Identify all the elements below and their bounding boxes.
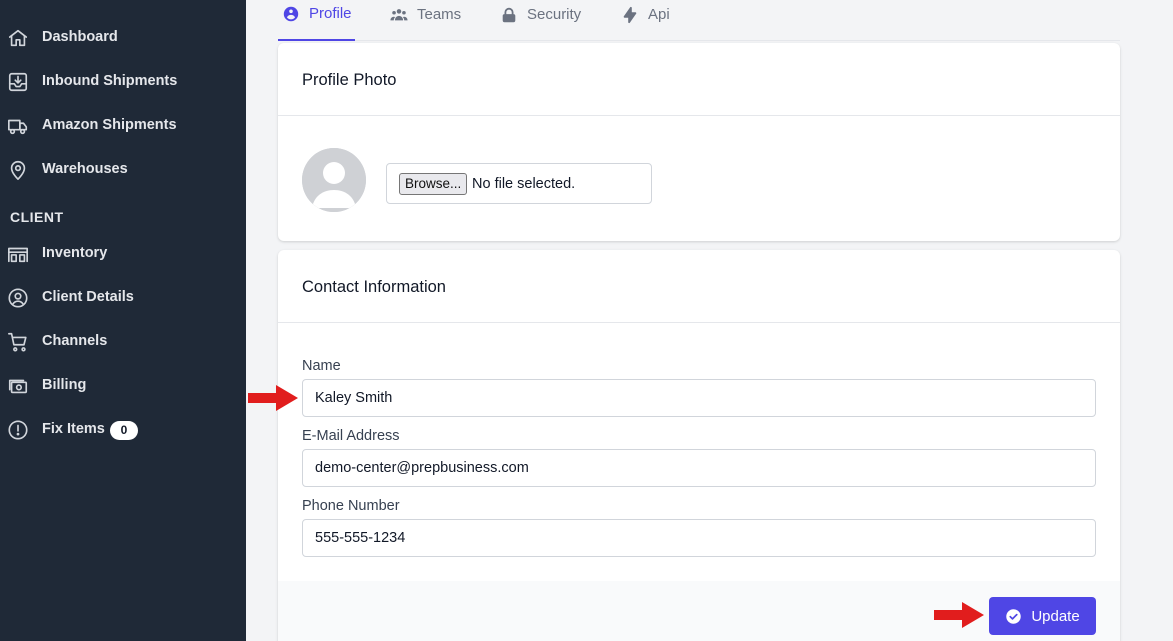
card-title: Profile Photo (302, 71, 397, 89)
fix-items-count-badge: 0 (110, 421, 138, 440)
sidebar-item-label: Billing (42, 377, 87, 393)
profile-photo-file-input[interactable]: Browse... No file selected. (386, 163, 652, 204)
divider (278, 322, 1120, 323)
shopping-cart-icon (7, 331, 29, 353)
exclamation-circle-icon (7, 419, 29, 441)
annotation-arrow-icon (248, 385, 298, 411)
name-input[interactable] (302, 379, 1096, 417)
card-title: Contact Information (302, 278, 446, 296)
users-icon (390, 6, 408, 24)
sidebar-item-label: Dashboard (42, 29, 118, 45)
profile-photo-card: Profile Photo Browse... No file selected… (278, 43, 1120, 241)
settings-tabs: Profile Teams Security Api (278, 0, 1120, 41)
update-button[interactable]: Update (989, 597, 1096, 635)
warehouse-icon (7, 243, 29, 265)
tab-teams[interactable]: Teams (390, 0, 461, 41)
sidebar-item-label: Client Details (42, 289, 134, 305)
tab-profile[interactable]: Profile (278, 0, 355, 41)
sidebar-item-label: Channels (42, 333, 108, 349)
file-status-text: No file selected. (472, 176, 576, 192)
check-circle-icon (1005, 608, 1022, 625)
sidebar-item-label: Amazon Shipments (42, 117, 177, 133)
home-icon (7, 27, 29, 49)
cash-icon (7, 375, 29, 397)
sidebar-item-fix-items[interactable]: Fix Items 0 (0, 412, 246, 448)
tab-security[interactable]: Security (500, 0, 581, 41)
avatar (302, 148, 366, 212)
sidebar-item-label: Inventory (42, 245, 108, 261)
sidebar-item-dashboard[interactable]: Dashboard (0, 20, 246, 56)
inbox-download-icon (7, 71, 29, 93)
divider (278, 115, 1120, 116)
sidebar-section-client: CLIENT (10, 209, 64, 225)
sidebar-item-billing[interactable]: Billing (0, 368, 246, 404)
tab-api[interactable]: Api (621, 0, 670, 41)
tab-label: Teams (417, 6, 462, 23)
truck-icon (7, 115, 29, 137)
email-input[interactable] (302, 449, 1096, 487)
user-silhouette-icon (302, 148, 366, 212)
sidebar: Dashboard Inbound Shipments Amazon Shipm… (0, 0, 246, 641)
annotation-arrow-icon (934, 602, 984, 628)
sidebar-item-client-details[interactable]: Client Details (0, 280, 246, 316)
phone-label: Phone Number (302, 498, 400, 514)
lightning-bolt-icon (621, 6, 639, 24)
sidebar-item-warehouses[interactable]: Warehouses (0, 152, 246, 188)
lock-icon (500, 6, 518, 24)
sidebar-item-inbound-shipments[interactable]: Inbound Shipments (0, 64, 246, 100)
contact-information-card: Contact Information Name E-Mail Address … (278, 250, 1120, 641)
update-button-label: Update (1031, 607, 1080, 625)
card-footer: Update (278, 581, 1120, 641)
email-label: E-Mail Address (302, 428, 400, 444)
sidebar-item-label: Fix Items (42, 421, 105, 437)
name-label: Name (302, 358, 341, 374)
tab-label: Api (648, 6, 670, 23)
sidebar-item-channels[interactable]: Channels (0, 324, 246, 360)
user-circle-icon (282, 5, 300, 23)
user-circle-icon (7, 287, 29, 309)
phone-input[interactable] (302, 519, 1096, 557)
sidebar-item-label: Inbound Shipments (42, 73, 178, 89)
sidebar-item-amazon-shipments[interactable]: Amazon Shipments (0, 108, 246, 144)
sidebar-item-inventory[interactable]: Inventory (0, 236, 246, 272)
browse-button[interactable]: Browse... (399, 173, 468, 195)
sidebar-item-label: Warehouses (42, 161, 128, 177)
tab-label: Profile (309, 5, 352, 22)
tab-label: Security (527, 6, 582, 23)
map-pin-icon (7, 159, 29, 181)
